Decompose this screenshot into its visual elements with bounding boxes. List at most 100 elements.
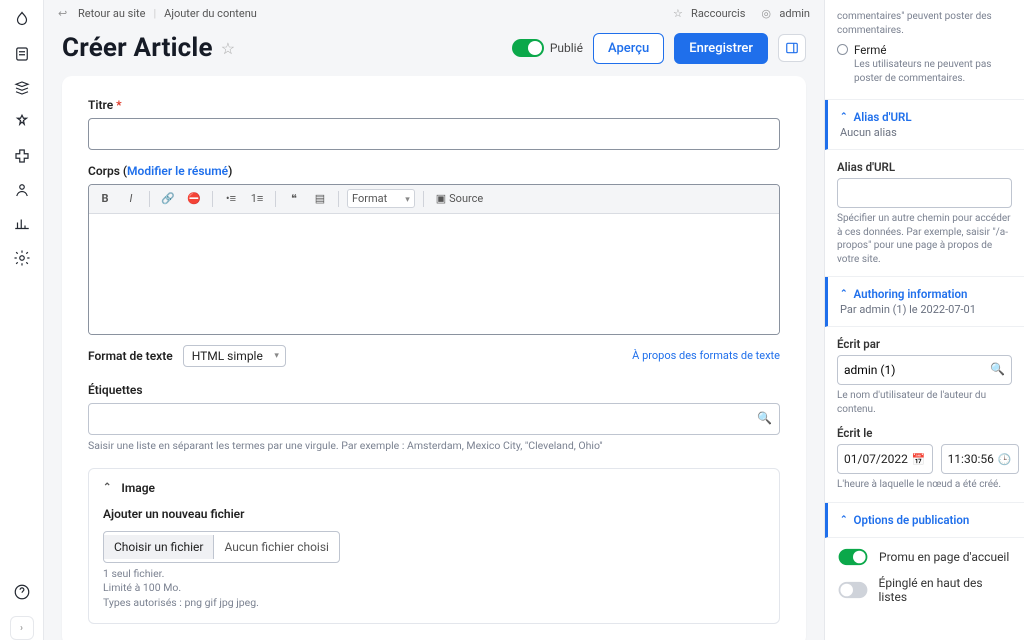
source-button[interactable]: ▣ Source (432, 189, 488, 209)
search-icon: 🔍 (990, 362, 1005, 376)
url-alias-sub: Aucun alias (840, 126, 1012, 139)
closed-radio-help: Les utilisateurs ne peuvent pas poster d… (854, 58, 1012, 85)
authored-on-help: L'heure à laquelle le nœud a été créé. (837, 478, 1012, 492)
config-icon[interactable] (12, 248, 32, 268)
authored-on-label: Écrit le (837, 426, 1012, 440)
back-to-site-link[interactable]: Retour au site (78, 7, 145, 20)
user-menu[interactable]: ◎ admin (761, 7, 810, 20)
appearance-icon[interactable] (12, 112, 32, 132)
authored-by-help: Le nom d'utilisateur de l'auteur du cont… (837, 389, 1012, 416)
user-icon: ◎ (761, 7, 773, 19)
body-editor: B I 🔗 ⛔ •≡ 1≡ ❝ ▤ Format▾ (88, 184, 780, 335)
publish-body: Promu en page d'accueil Épinglé en haut … (825, 538, 1024, 614)
save-button[interactable]: Enregistrer (674, 33, 768, 64)
image-button[interactable]: ▤ (310, 189, 330, 209)
settings-sidebar: commentaires" peuvent poster des comment… (824, 0, 1024, 640)
shortcuts-label: Raccourcis (691, 7, 745, 20)
content-icon[interactable] (12, 44, 32, 64)
text-format-label: Format de texte (88, 349, 173, 363)
link-button[interactable]: 🔗 (158, 189, 178, 209)
publish-head-label: Options de publication (854, 513, 970, 527)
published-label: Publié (550, 41, 583, 55)
url-alias-help: Spécifier un autre chemin pour accéder à… (837, 212, 1012, 266)
promote-toggle[interactable] (839, 548, 868, 564)
chevron-up-icon: ⌃ (840, 515, 848, 525)
preview-button[interactable]: Aperçu (593, 33, 664, 64)
authoring-header[interactable]: ⌃Authoring information Par admin (1) le … (825, 277, 1024, 327)
bulleted-list-button[interactable]: •≡ (221, 189, 241, 209)
structure-icon[interactable] (12, 78, 32, 98)
title-input[interactable] (88, 118, 780, 150)
page-title: Créer Article (62, 33, 213, 63)
reports-icon[interactable] (12, 214, 32, 234)
star-icon: ☆ (673, 7, 685, 19)
publish-header[interactable]: ⌃ Options de publication (825, 503, 1024, 538)
body-textarea[interactable] (89, 214, 779, 334)
url-alias-header[interactable]: ⌃ Alias d'URL Aucun alias (825, 100, 1024, 150)
calendar-icon: 📅 (912, 453, 926, 466)
italic-button[interactable]: I (121, 189, 141, 209)
published-toggle[interactable] (512, 39, 544, 57)
title-label: Titre (88, 98, 780, 112)
help-icon[interactable] (12, 582, 32, 602)
format-dropdown[interactable]: Format▾ (347, 189, 415, 208)
body-label: Corps (Modifier le résumé) (88, 164, 780, 178)
shortcuts-link[interactable]: ☆ Raccourcis (673, 7, 745, 20)
authored-on-date-input[interactable]: 01/07/2022📅 (837, 444, 933, 474)
url-alias-field-label: Alias d'URL (837, 160, 1012, 174)
numbered-list-button[interactable]: 1≡ (247, 189, 267, 209)
sidebar-toggle-button[interactable] (778, 34, 806, 62)
sticky-toggle[interactable] (839, 581, 867, 597)
divider-icon: | (153, 7, 156, 20)
choose-file-button[interactable]: Choisir un fichier (104, 535, 214, 559)
chevron-up-icon[interactable]: ⌃ (103, 482, 111, 493)
file-status-text: Aucun fichier choisi (214, 540, 339, 554)
unlink-button[interactable]: ⛔ (184, 189, 204, 209)
url-alias-head-label: Alias d'URL (854, 110, 912, 124)
chevron-up-icon: ⌃ (840, 112, 848, 122)
text-format-select[interactable]: HTML simple▾ (183, 345, 286, 367)
file-help-1: 1 seul fichier. (103, 567, 765, 582)
drupal-logo-icon[interactable] (12, 10, 32, 30)
closed-radio[interactable] (837, 44, 848, 55)
tags-help: Saisir une liste en séparant les termes … (88, 439, 780, 454)
form-card: Titre Corps (Modifier le résumé) B I 🔗 ⛔… (62, 76, 806, 640)
authoring-sub: Par admin (1) le 2022-07-01 (840, 303, 1012, 316)
favorite-toggle-icon[interactable]: ☆ (221, 39, 235, 58)
file-upload-label: Ajouter un nouveau fichier (103, 507, 765, 521)
blockquote-button[interactable]: ❝ (284, 189, 304, 209)
file-input[interactable]: Choisir un fichier Aucun fichier choisi (103, 531, 340, 563)
image-header: Image (121, 481, 155, 495)
topbar: ↩ Retour au site | Ajouter du contenu ☆ R… (44, 0, 824, 27)
chevron-down-icon: ▾ (274, 351, 279, 361)
authored-on-time-input[interactable]: 11:30:56🕒 (941, 444, 1019, 474)
closed-radio-label: Fermé (854, 43, 1012, 57)
comments-open-help-tail: commentaires" peuvent poster des comment… (837, 10, 1012, 37)
search-icon: 🔍 (757, 411, 772, 425)
tags-input[interactable] (88, 403, 780, 435)
people-icon[interactable] (12, 180, 32, 200)
edit-summary-link[interactable]: Modifier le résumé (127, 164, 228, 178)
back-arrow-icon: ↩ (58, 7, 70, 19)
url-alias-body: Alias d'URL Spécifier un autre chemin po… (825, 150, 1024, 277)
clock-icon: 🕒 (998, 453, 1012, 466)
authored-by-input[interactable] (837, 355, 1012, 385)
add-content-link[interactable]: Ajouter du contenu (164, 7, 257, 20)
collapse-rail-button[interactable]: › (10, 616, 34, 640)
page-header: Créer Article ☆ Publié Aperçu Enregistre… (44, 27, 824, 76)
extend-icon[interactable] (12, 146, 32, 166)
chevron-up-icon: ⌃ (840, 289, 848, 299)
promote-label: Promu en page d'accueil (879, 550, 1009, 564)
url-alias-input[interactable] (837, 178, 1012, 208)
authoring-body: Écrit par 🔍 Le nom d'utilisateur de l'au… (825, 327, 1024, 503)
user-label: admin (779, 7, 810, 20)
authored-by-label: Écrit par (837, 337, 1012, 351)
tags-label: Étiquettes (88, 383, 780, 397)
main-column: ↩ Retour au site | Ajouter du contenu ☆ R… (44, 0, 824, 640)
bold-button[interactable]: B (95, 189, 115, 209)
admin-rail: › (0, 0, 44, 640)
file-help-2: Limité à 100 Mo. (103, 581, 765, 596)
comments-section-tail: commentaires" peuvent poster des comment… (825, 0, 1024, 100)
about-text-formats-link[interactable]: À propos des formats de texte (632, 349, 780, 362)
file-help-3: Types autorisés : png gif jpg jpeg. (103, 596, 765, 611)
